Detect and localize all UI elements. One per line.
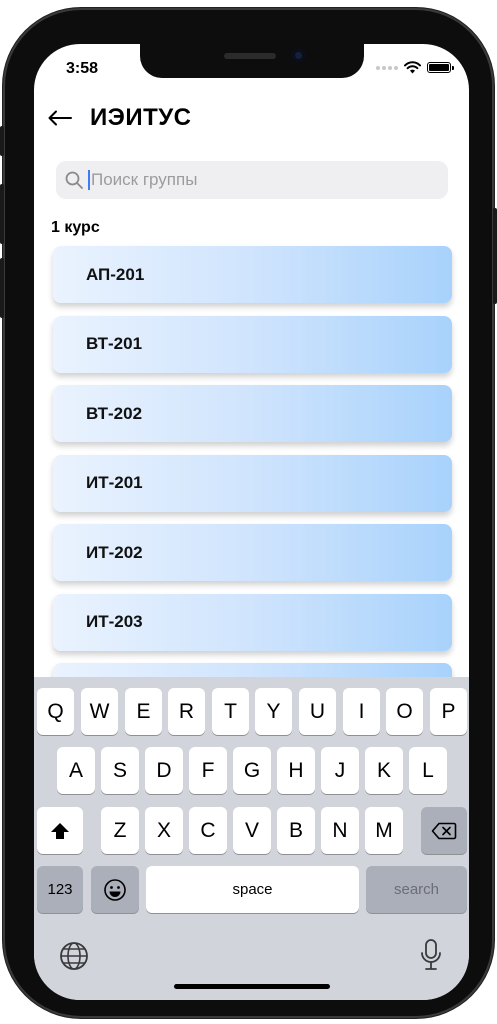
key-s[interactable]: S [101, 747, 139, 794]
group-label: ВТ-201 [86, 334, 143, 353]
search-placeholder: Поиск группы [91, 170, 198, 189]
key-b[interactable]: B [277, 807, 315, 854]
front-camera [292, 49, 305, 62]
group-card[interactable]: ИТ-202 [53, 524, 452, 581]
home-indicator[interactable] [174, 984, 330, 989]
key-g[interactable]: G [233, 747, 271, 794]
key-y[interactable]: Y [255, 688, 292, 735]
group-label: ИТ-201 [86, 473, 143, 492]
key-n[interactable]: N [321, 807, 359, 854]
microphone-icon[interactable] [419, 938, 443, 972]
page-title: ИЭИТУС [90, 104, 192, 131]
key-k[interactable]: K [365, 747, 403, 794]
volume-up-button [0, 184, 4, 244]
globe-icon[interactable] [58, 940, 90, 972]
key-w[interactable]: W [81, 688, 118, 735]
keyboard: Q W E R T Y U I O P A S D F G H J K L Z [34, 677, 469, 1000]
key-v[interactable]: V [233, 807, 271, 854]
group-label: ИТ-202 [86, 542, 143, 562]
emoji-icon [104, 878, 126, 901]
key-e[interactable]: E [125, 688, 162, 735]
search-key[interactable]: search [366, 866, 467, 913]
group-label: ВТ-202 [86, 403, 143, 423]
key-a[interactable]: A [57, 747, 95, 794]
space-key[interactable]: space [146, 866, 359, 913]
screen: 3:58 ИЭИТУС Поиск группы 1 курс АП-201 В… [34, 44, 469, 1000]
key-u[interactable]: U [299, 688, 336, 735]
emoji-key[interactable] [91, 866, 139, 913]
group-card[interactable]: ВТ-201 [53, 315, 452, 373]
key-i[interactable]: I [343, 688, 380, 735]
group-card[interactable]: АП-201 [53, 246, 452, 303]
key-t[interactable]: T [212, 688, 249, 735]
key-q[interactable]: Q [37, 688, 74, 735]
signal-icon [376, 65, 398, 70]
key-j[interactable]: J [321, 747, 359, 794]
volume-down-button [0, 258, 4, 318]
key-p[interactable]: P [430, 688, 467, 735]
key-o[interactable]: O [386, 688, 423, 735]
group-list: АП-201 ВТ-201 ВТ-202 ИТ-201 ИТ-202 ИТ-20… [53, 246, 452, 733]
phone-frame: 3:58 ИЭИТУС Поиск группы 1 курс АП-201 В… [0, 8, 497, 1018]
header: ИЭИТУС [46, 104, 192, 132]
shift-icon [51, 822, 69, 839]
status-time: 3:58 [66, 60, 99, 77]
back-arrow-icon[interactable] [46, 104, 74, 132]
key-c[interactable]: C [189, 807, 227, 854]
power-button [493, 208, 497, 304]
key-l[interactable]: L [409, 747, 447, 794]
group-label: ИТ-203 [86, 612, 143, 631]
group-card[interactable]: ИТ-203 [53, 593, 452, 651]
text-cursor [88, 170, 90, 190]
shift-key[interactable] [37, 807, 83, 854]
key-z[interactable]: Z [101, 807, 139, 854]
group-label: АП-201 [86, 264, 145, 284]
backspace-icon [431, 822, 457, 839]
group-card[interactable]: ИТ-201 [53, 454, 452, 512]
key-h[interactable]: H [277, 747, 315, 794]
mute-switch [0, 126, 4, 156]
key-x[interactable]: X [145, 807, 183, 854]
wifi-icon [404, 61, 421, 74]
numbers-key[interactable]: 123 [37, 866, 83, 913]
notch [140, 44, 364, 78]
battery-icon [427, 62, 454, 73]
key-m[interactable]: M [365, 807, 403, 854]
speaker [224, 53, 276, 59]
key-f[interactable]: F [189, 747, 227, 794]
status-indicators [376, 61, 454, 74]
section-title: 1 курс [51, 219, 100, 236]
search-key-label: search [393, 881, 440, 898]
delete-key[interactable] [421, 807, 467, 854]
key-d[interactable]: D [145, 747, 183, 794]
search-input[interactable]: Поиск группы [56, 161, 448, 199]
group-card[interactable]: ВТ-202 [53, 385, 452, 442]
key-r[interactable]: R [168, 688, 205, 735]
search-icon [65, 171, 83, 189]
